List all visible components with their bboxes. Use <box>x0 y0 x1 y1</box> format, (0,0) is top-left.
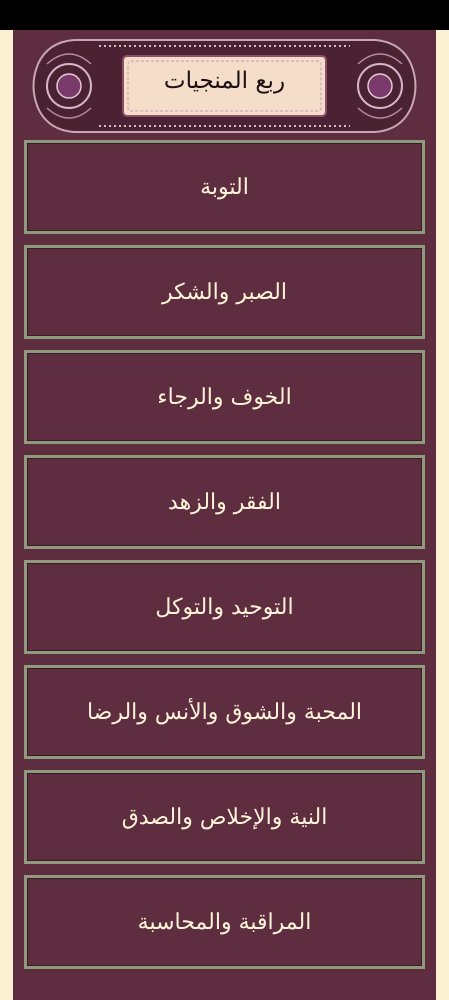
list-item-label: التوبة <box>200 174 249 200</box>
app-screen: ربع المنجيات التوبة الصبر والشكر الخوف و… <box>0 30 449 1000</box>
list-item-niyya[interactable]: النية والإخلاص والصدق <box>24 770 425 864</box>
list-item-mahabba[interactable]: المحبة والشوق والأنس والرضا <box>24 665 425 759</box>
list-item-label: الفقر والزهد <box>168 489 281 515</box>
list-item-muraqaba[interactable]: المراقبة والمحاسبة <box>24 875 425 969</box>
header-banner: ربع المنجيات <box>29 34 420 138</box>
list-item-faqr-zuhd[interactable]: الفقر والزهد <box>24 455 425 549</box>
list-item-label: الخوف والرجاء <box>157 384 292 410</box>
list-item-tawhid-tawakkul[interactable]: التوحيد والتوكل <box>24 560 425 654</box>
list-item-label: المراقبة والمحاسبة <box>137 909 312 935</box>
list-item-label: الصبر والشكر <box>161 279 288 305</box>
list-item-label: التوحيد والتوكل <box>155 594 294 620</box>
status-bar <box>0 0 449 30</box>
chapter-list: التوبة الصبر والشكر الخوف والرجاء الفقر … <box>24 140 425 980</box>
list-item-sabr-shukr[interactable]: الصبر والشكر <box>24 245 425 339</box>
page-title: ربع المنجيات <box>163 68 286 94</box>
list-item-khawf-raja[interactable]: الخوف والرجاء <box>24 350 425 444</box>
list-item-label: المحبة والشوق والأنس والرضا <box>86 699 363 725</box>
list-item-label: النية والإخلاص والصدق <box>121 804 328 830</box>
list-item-tawbah[interactable]: التوبة <box>24 140 425 234</box>
